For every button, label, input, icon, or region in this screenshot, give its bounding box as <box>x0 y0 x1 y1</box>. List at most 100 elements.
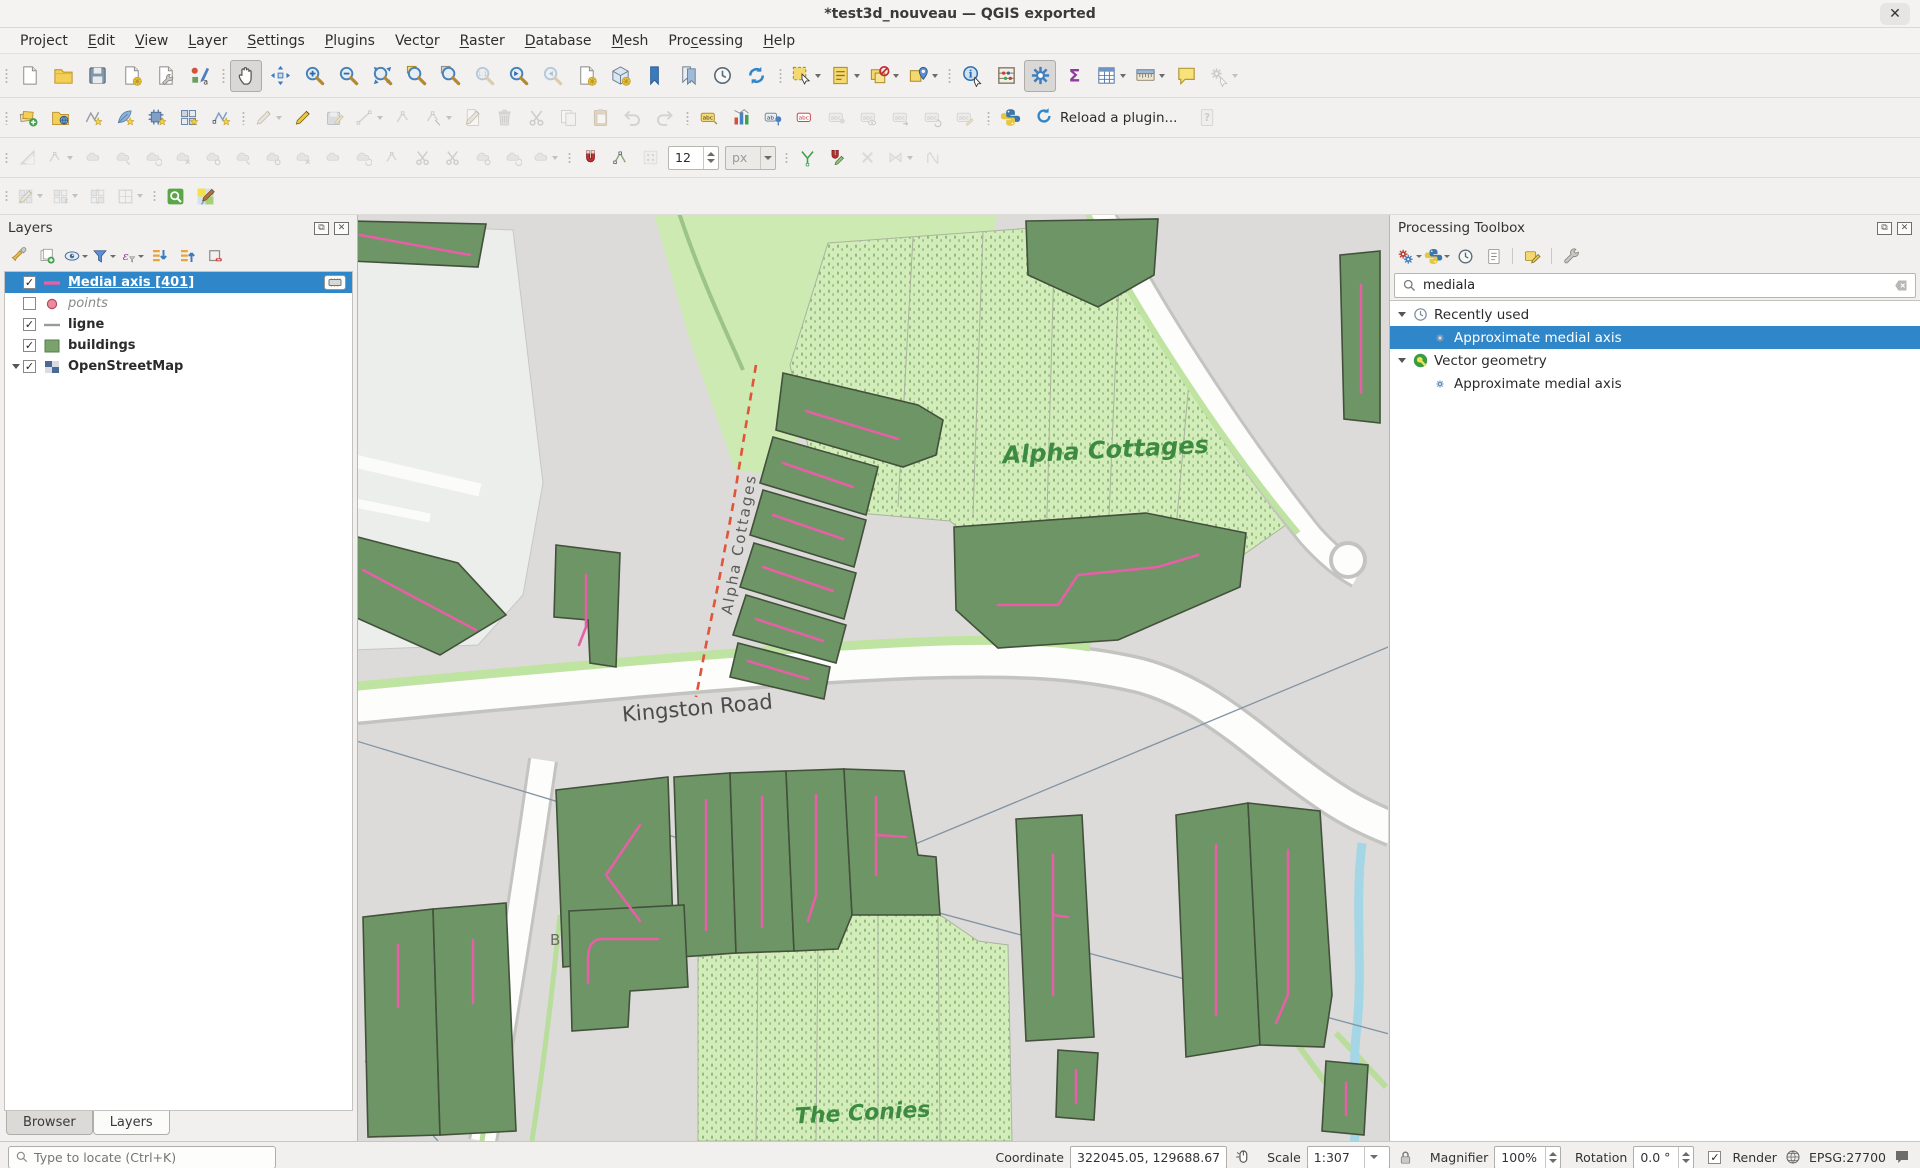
processing-panel-close-icon[interactable]: ✕ <box>1897 222 1912 235</box>
data-source-manager-button[interactable] <box>13 103 43 133</box>
scale-combo[interactable]: 1:307 <box>1307 1146 1390 1168</box>
new-print-layout-button[interactable] <box>115 60 147 92</box>
snapping-mode-button[interactable] <box>606 144 634 172</box>
menu-help[interactable]: Help <box>753 30 805 52</box>
crs-globe-icon[interactable] <box>1783 1147 1803 1167</box>
layers-panel-float-icon[interactable]: ⧉ <box>314 222 329 235</box>
pan-to-selection-button[interactable] <box>264 60 296 92</box>
reload-plugin-button[interactable]: Reload a plugin... <box>1026 104 1191 132</box>
models-button[interactable] <box>1396 244 1422 268</box>
pan-map-button[interactable] <box>230 60 262 92</box>
snapping-tolerance[interactable]: 12 <box>668 146 719 170</box>
new-map-view-button[interactable] <box>570 60 602 92</box>
refresh-map-button[interactable] <box>740 60 772 92</box>
select-by-value-button[interactable] <box>826 60 863 92</box>
temporal-controller-button[interactable] <box>706 60 738 92</box>
toggle-editing-button[interactable] <box>287 103 317 133</box>
measure-line-button[interactable] <box>1131 60 1168 92</box>
attribute-table-button[interactable] <box>1092 60 1129 92</box>
zoom-full-button[interactable] <box>366 60 398 92</box>
rotation-spin[interactable]: 0.0 ° <box>1633 1146 1694 1168</box>
manage-themes-button[interactable] <box>62 244 88 268</box>
collapse-all-button[interactable] <box>174 244 200 268</box>
layer-checkbox[interactable] <box>23 297 36 310</box>
locator-bar[interactable] <box>8 1146 276 1168</box>
field-calculator-button[interactable] <box>990 60 1022 92</box>
add-group-button[interactable] <box>34 244 60 268</box>
python-console-button[interactable] <box>995 103 1025 133</box>
new-spatial-bookmark-button[interactable] <box>638 60 670 92</box>
menu-edit[interactable]: Edit <box>78 30 125 52</box>
menu-view[interactable]: View <box>125 30 178 52</box>
new-project-button[interactable] <box>13 60 45 92</box>
osm-edit-button[interactable] <box>191 182 219 210</box>
layer-checkbox[interactable]: ✓ <box>23 360 36 373</box>
highlight-pinned-labels-button[interactable]: abc <box>790 103 820 133</box>
new-3d-map-view-button[interactable] <box>604 60 636 92</box>
snapping-units[interactable]: px <box>725 146 776 170</box>
layer-row-openstreetmap[interactable]: ✓OpenStreetMap <box>5 356 352 377</box>
algorithm-approximate-medial-axis[interactable]: Approximate medial axis <box>1390 326 1920 349</box>
tree-expander-icon[interactable] <box>1394 312 1410 317</box>
new-shapefile-layer-button[interactable] <box>77 103 107 133</box>
tab-layers[interactable]: Layers <box>93 1111 170 1135</box>
map-tips-button[interactable] <box>1170 60 1202 92</box>
results-viewer-button[interactable] <box>1480 244 1506 268</box>
menu-raster[interactable]: Raster <box>450 30 515 52</box>
layer-row-points[interactable]: points <box>5 293 352 314</box>
layer-checkbox[interactable]: ✓ <box>23 276 36 289</box>
quickmapservices-button[interactable] <box>161 182 189 210</box>
layer-row-medial-axis-401[interactable]: ✓Medial axis [401] <box>5 272 352 293</box>
tree-group-vector-geometry[interactable]: Vector geometry <box>1390 349 1920 372</box>
map-canvas[interactable]: B e <box>358 215 1389 1141</box>
tab-browser[interactable]: Browser <box>6 1111 93 1135</box>
enable-tracing-button[interactable] <box>823 144 851 172</box>
zoom-in-button[interactable] <box>298 60 330 92</box>
processing-search-input[interactable] <box>1419 278 1891 293</box>
memory-layer-indicator[interactable] <box>324 275 346 290</box>
zoom-last-button[interactable] <box>502 60 534 92</box>
window-close-button[interactable]: ✕ <box>1880 3 1910 25</box>
layer-checkbox[interactable]: ✓ <box>23 339 36 352</box>
new-geopackage-layer-button[interactable] <box>109 103 139 133</box>
menu-mesh[interactable]: Mesh <box>602 30 659 52</box>
render-checkbox[interactable]: ✓ <box>1708 1151 1721 1164</box>
new-spatialite-layer-button[interactable] <box>141 103 171 133</box>
extents-toggle-icon[interactable] <box>1233 1147 1253 1167</box>
enable-snapping-button[interactable] <box>576 144 604 172</box>
menu-settings[interactable]: Settings <box>237 30 314 52</box>
layer-checkbox[interactable]: ✓ <box>23 318 36 331</box>
show-bookmarks-button[interactable] <box>672 60 704 92</box>
render-checkbox-group[interactable]: ✓ Render <box>1708 1150 1777 1165</box>
processing-panel-float-icon[interactable]: ⧉ <box>1877 222 1892 235</box>
locator-input[interactable] <box>34 1150 234 1165</box>
lock-scale-icon[interactable] <box>1396 1147 1416 1167</box>
clear-search-icon[interactable] <box>1891 276 1911 296</box>
statistical-summary-button[interactable]: Σ <box>1058 60 1090 92</box>
zoom-to-layer-button[interactable] <box>434 60 466 92</box>
style-manager-button[interactable]: a <box>183 60 215 92</box>
add-vector-layer-button[interactable] <box>45 103 75 133</box>
filter-by-expression-button[interactable]: ε <box>118 244 144 268</box>
scale-dropdown-icon[interactable] <box>1364 1147 1383 1168</box>
menu-project[interactable]: Project <box>10 30 78 52</box>
layer-expander-icon[interactable] <box>9 364 23 369</box>
menu-layer[interactable]: Layer <box>178 30 237 52</box>
menu-plugins[interactable]: Plugins <box>315 30 385 52</box>
zoom-out-button[interactable] <box>332 60 364 92</box>
layer-labeling-options-button[interactable]: abc <box>694 103 724 133</box>
zoom-to-selection-button[interactable] <box>400 60 432 92</box>
pin-unpin-labels-button[interactable]: ab <box>758 103 788 133</box>
scripts-button[interactable] <box>1424 244 1450 268</box>
menu-vector[interactable]: Vector <box>385 30 450 52</box>
tree-group-recently-used[interactable]: Recently used <box>1390 303 1920 326</box>
layer-row-buildings[interactable]: ✓buildings <box>5 335 352 356</box>
options-button[interactable] <box>1558 244 1584 268</box>
menu-processing[interactable]: Processing <box>658 30 753 52</box>
identify-features-button[interactable]: i <box>956 60 988 92</box>
topological-editing-button[interactable] <box>793 144 821 172</box>
magnifier-spin[interactable]: 100% <box>1494 1146 1561 1168</box>
rotation-spin-arrows[interactable] <box>1678 1147 1693 1168</box>
layout-manager-button[interactable] <box>149 60 181 92</box>
open-project-button[interactable] <box>47 60 79 92</box>
